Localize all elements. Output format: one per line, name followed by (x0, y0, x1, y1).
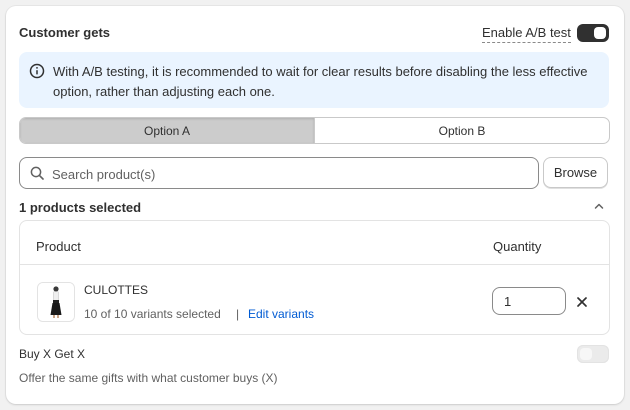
buy-x-get-x-toggle[interactable] (577, 345, 609, 363)
tab-option-b[interactable]: Option B (314, 118, 609, 143)
buy-x-get-x-title: Buy X Get X (19, 347, 86, 361)
browse-button[interactable]: Browse (543, 157, 608, 188)
banner-text: With A/B testing, it is recommended to w… (53, 64, 588, 99)
info-icon (29, 63, 45, 79)
separator: | (236, 307, 240, 321)
row-divider (20, 264, 609, 265)
chevron-up-icon[interactable] (593, 200, 605, 212)
product-name: CULOTTES (84, 283, 149, 297)
buy-x-get-x-description: Offer the same gifts with what customer … (19, 371, 278, 385)
section-title: Customer gets (19, 25, 111, 40)
quantity-input[interactable] (492, 287, 566, 315)
ab-test-toggle[interactable] (577, 24, 609, 42)
toggle-knob (594, 27, 606, 39)
culottes-product-image (38, 283, 74, 321)
product-thumbnail (37, 282, 75, 322)
tab-option-a[interactable]: Option A (20, 118, 314, 143)
toggle-knob (580, 348, 592, 360)
info-banner: With A/B testing, it is recommended to w… (19, 52, 609, 108)
ab-test-label: Enable A/B test (482, 25, 571, 43)
search-input[interactable] (50, 158, 524, 190)
variants-selected-text: 10 of 10 variants selected (84, 307, 221, 321)
products-table: Product Quantity CULOTTES 10 of 10 varia… (19, 220, 610, 335)
close-icon[interactable] (575, 295, 589, 309)
products-selected-count: 1 products selected (19, 200, 142, 215)
search-icon (30, 166, 44, 180)
column-header-product: Product (36, 239, 81, 254)
column-header-quantity: Quantity (493, 239, 542, 254)
customer-gets-card: Customer gets Enable A/B test With A/B t… (6, 6, 624, 404)
option-tabs: Option A Option B (19, 117, 610, 144)
edit-variants-link[interactable]: Edit variants (248, 307, 314, 321)
search-field (19, 157, 539, 190)
